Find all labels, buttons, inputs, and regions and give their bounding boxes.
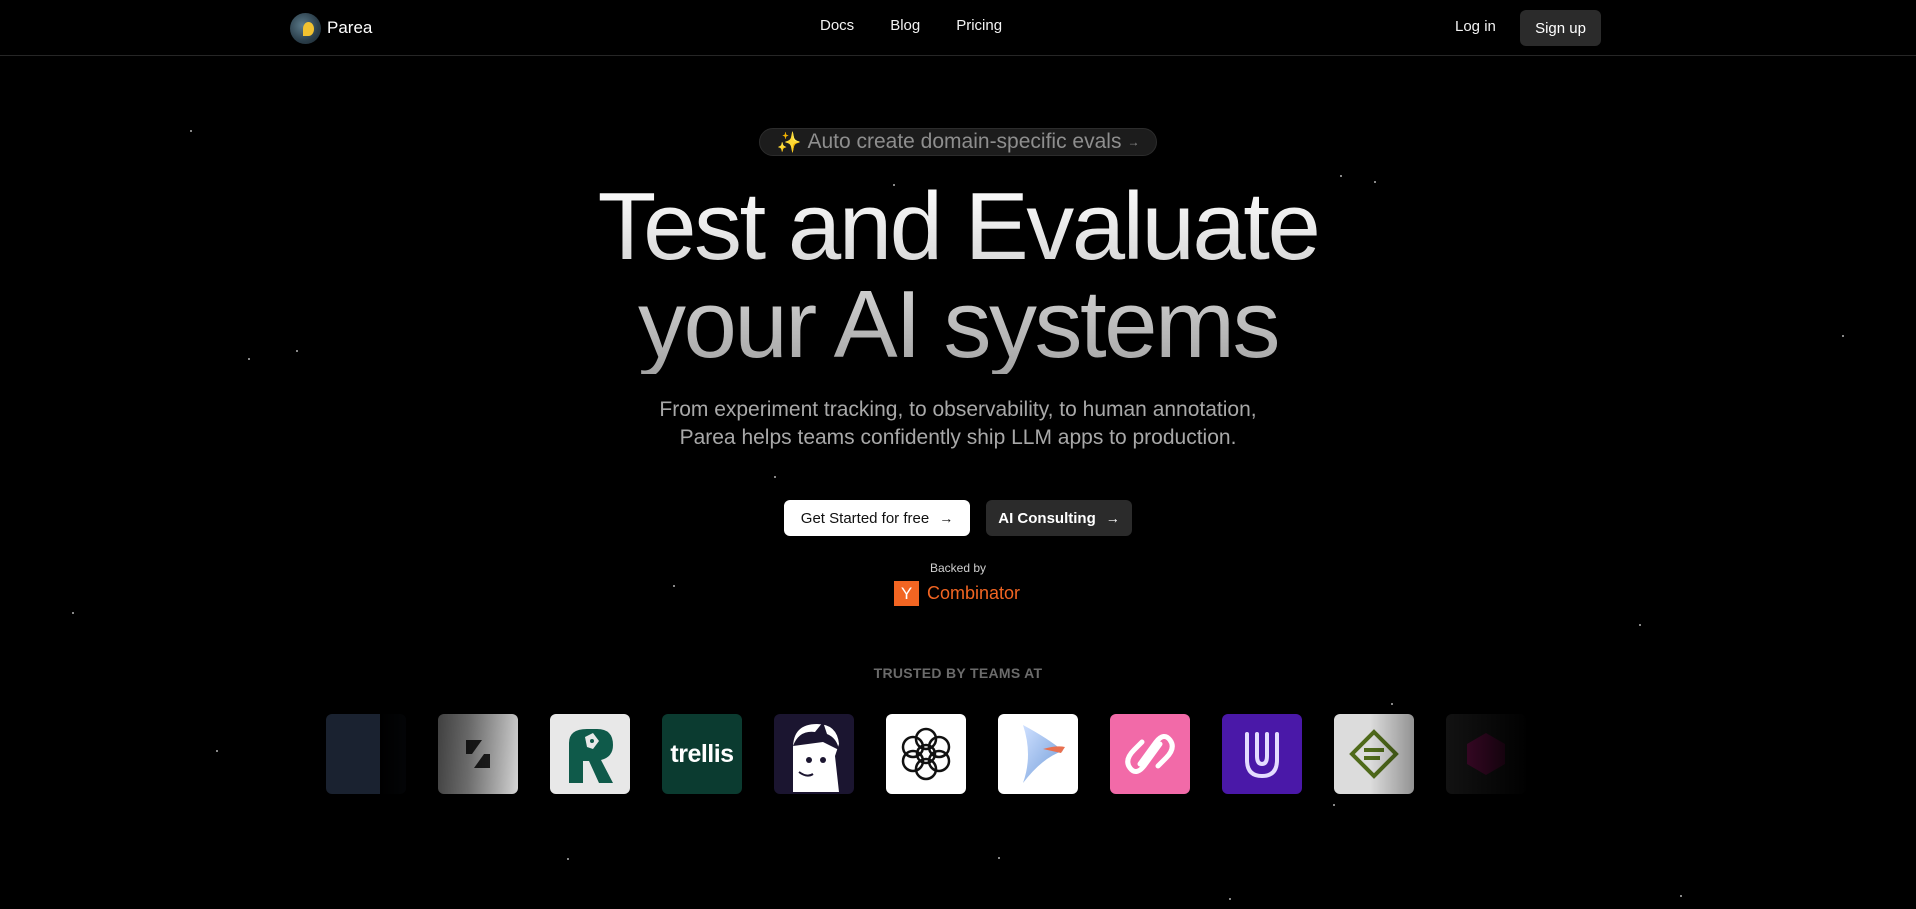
purple-u-logo-icon <box>1222 714 1302 794</box>
green-diamond-logo-icon <box>1334 714 1414 794</box>
subtitle-line-2: Parea helps teams confidently ship LLM a… <box>679 426 1237 449</box>
openai-flower-logo-icon <box>886 714 966 794</box>
ai-consulting-label: AI Consulting <box>998 509 1096 527</box>
y-combinator-logo[interactable]: Y Combinator <box>894 581 1020 606</box>
green-r-fox-logo-icon <box>550 714 630 794</box>
arrow-right-icon: → <box>1127 135 1140 149</box>
partial-logo-icon <box>326 714 406 794</box>
yc-name: Combinator <box>927 583 1021 603</box>
hero-subtitle: From experiment tracking, to observabili… <box>558 396 1358 452</box>
sparkles-icon: ✨ <box>776 131 802 154</box>
magenta-hexagon-logo-icon <box>1446 714 1526 794</box>
arrow-right-icon: → <box>939 510 954 526</box>
announcement-text: Auto create domain-specific evals <box>807 130 1122 153</box>
announcement-pill[interactable]: ✨ Auto create domain-specific evals → <box>759 128 1157 156</box>
login-link[interactable]: Log in <box>1455 18 1496 35</box>
backed-by-label: Backed by <box>929 561 987 575</box>
get-started-label: Get Started for free <box>800 509 930 527</box>
yc-y-icon: Y <box>894 581 919 606</box>
site-header: Parea Docs Blog Pricing Log in Sign up <box>0 0 1916 56</box>
trusted-by-label: TRUSTED BY TEAMS AT <box>873 665 1043 681</box>
page: Parea Docs Blog Pricing Log in Sign up ✨… <box>0 0 1916 909</box>
s-mark-logo-icon <box>438 714 518 794</box>
parea-logo-icon <box>290 12 321 44</box>
brand-name: Parea <box>327 18 373 37</box>
nav-pricing[interactable]: Pricing <box>956 17 1002 34</box>
pink-chain-logo-icon <box>1110 714 1190 794</box>
get-started-button[interactable]: Get Started for free → <box>784 500 970 536</box>
headline-line-2: your AI systems <box>637 271 1279 378</box>
trellis-logo-text: trellis <box>670 739 734 768</box>
arrow-right-icon: → <box>1105 510 1120 526</box>
subtitle-line-1: From experiment tracking, to observabili… <box>659 398 1257 421</box>
main-nav: Docs Blog Pricing <box>820 17 1002 34</box>
nav-blog[interactable]: Blog <box>890 17 920 34</box>
brand-link[interactable]: Parea <box>290 12 372 44</box>
anime-character-logo-icon <box>774 714 854 794</box>
headline-line-1: Test and Evaluate <box>597 173 1319 280</box>
blue-gradient-logo-icon <box>998 714 1078 794</box>
ai-consulting-button[interactable]: AI Consulting → <box>986 500 1132 536</box>
nav-docs[interactable]: Docs <box>820 17 854 34</box>
hero-headline: Test and Evaluate your AI systems <box>458 178 1458 374</box>
trellis-logo-icon: trellis <box>662 714 742 794</box>
signup-button[interactable]: Sign up <box>1520 10 1601 46</box>
customer-logos-row: trellis <box>0 714 1916 794</box>
